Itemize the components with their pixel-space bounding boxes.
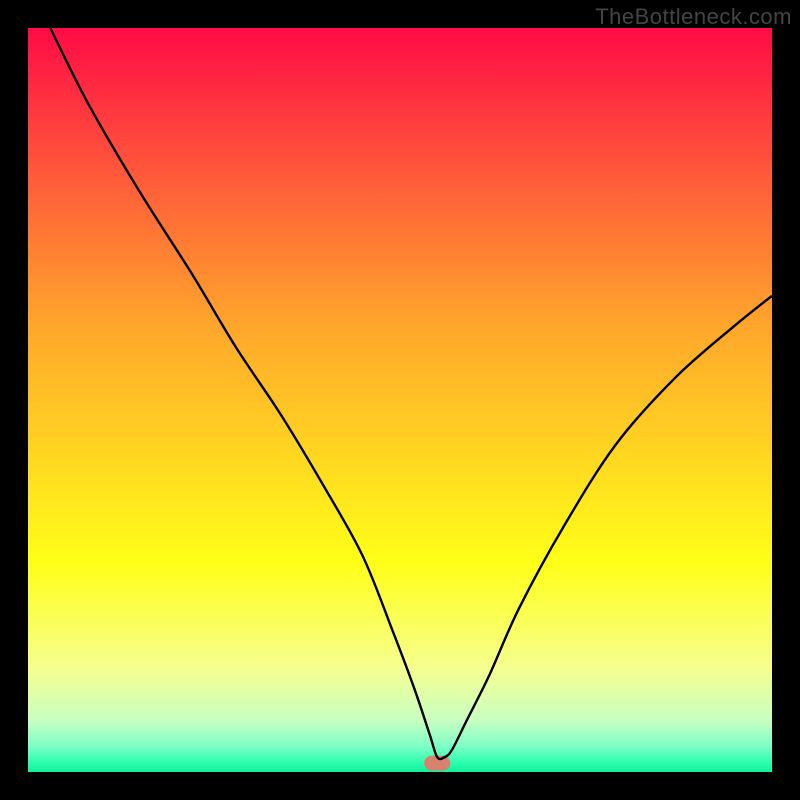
chart-background-gradient xyxy=(28,28,772,772)
watermark-text: TheBottleneck.com xyxy=(595,4,792,30)
bottleneck-chart xyxy=(28,28,772,772)
chart-svg xyxy=(28,28,772,772)
